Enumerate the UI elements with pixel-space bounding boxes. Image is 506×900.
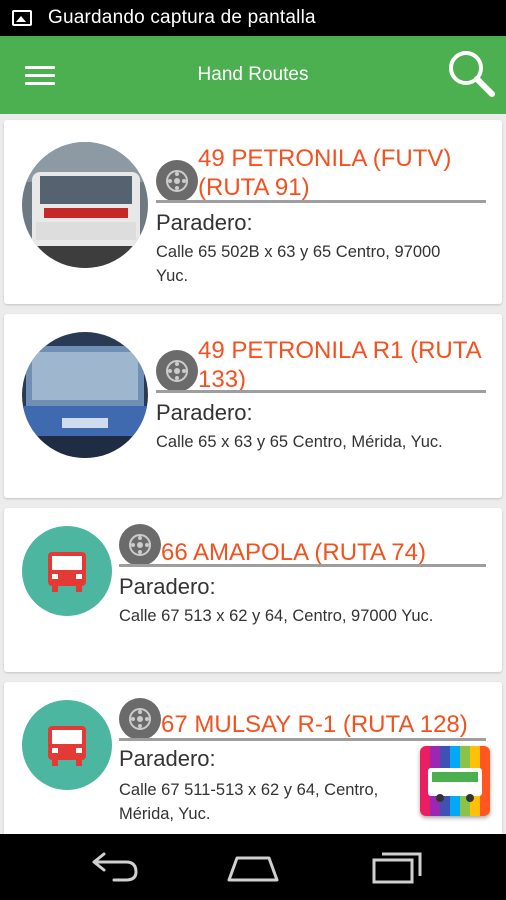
app-title: Hand Routes [197,64,309,85]
status-bar: Guardando captura de pantalla [0,0,506,36]
stop-label: Paradero: [156,210,253,235]
route-title[interactable]: 49 PETRONILA R1 (RUTA 133) [198,336,490,394]
route-address: Calle 67 511-513 x 62 y 64, Centro, Méri… [119,781,379,823]
search-icon[interactable] [446,48,496,98]
divider [119,738,486,741]
route-card[interactable]: 66 AMAPOLA (RUTA 74) Paradero: Calle 67 … [4,508,502,672]
route-card[interactable]: 49 PETRONILA R1 (RUTA 133) Paradero: Cal… [4,314,502,498]
route-title[interactable]: 67 MULSAY R-1 (RUTA 128) [161,710,491,739]
routes-list[interactable]: 49 PETRONILA (FUTV) (RUTA 91) Paradero: … [0,114,506,834]
wheel-icon [156,350,198,392]
system-nav-bar [0,834,506,900]
divider [156,390,486,393]
route-photo [22,142,148,268]
route-title[interactable]: 49 PETRONILA (FUTV) (RUTA 91) [198,144,488,202]
bus-icon [22,700,112,790]
promo-app-icon[interactable] [420,746,490,816]
wheel-icon [156,160,198,202]
home-icon[interactable] [223,850,283,884]
route-card[interactable]: 49 PETRONILA (FUTV) (RUTA 91) Paradero: … [4,120,502,304]
app-bar: Hand Routes [0,36,506,114]
wheel-icon [119,698,161,740]
stop-label: Paradero: [119,746,216,771]
recents-icon[interactable] [366,850,426,884]
image-icon [12,10,32,26]
stop-label: Paradero: [156,400,253,425]
wheel-icon [119,524,161,566]
route-title[interactable]: 66 AMAPOLA (RUTA 74) [161,538,491,567]
menu-icon[interactable] [25,66,55,86]
back-icon[interactable] [84,850,144,884]
route-address: Calle 65 x 63 y 65 Centro, Mérida, Yuc. [156,433,443,451]
status-text: Guardando captura de pantalla [48,7,316,28]
stop-label: Paradero: [119,574,216,599]
bus-icon [22,526,112,616]
route-address: Calle 67 513 x 62 y 64, Centro, 97000 Yu… [119,607,434,625]
divider [156,200,486,203]
divider [119,564,486,567]
route-address: Calle 65 502B x 63 y 65 Centro, 97000 Yu… [156,243,441,285]
route-photo [22,332,148,458]
